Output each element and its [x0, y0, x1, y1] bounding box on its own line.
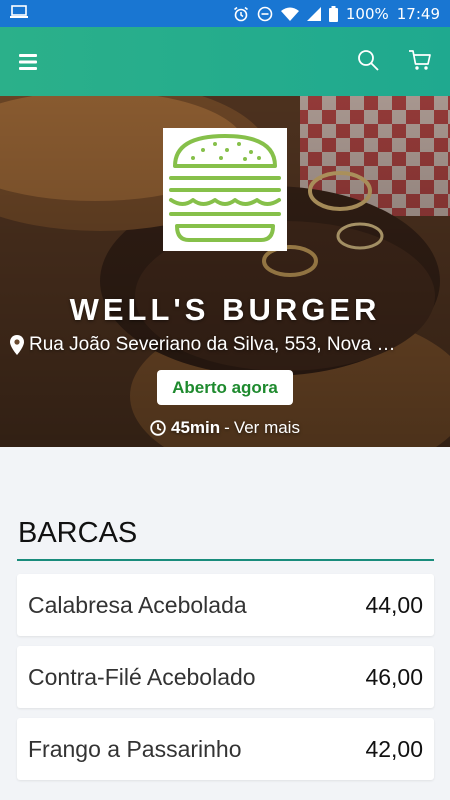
cart-button[interactable] [408, 48, 432, 72]
search-button[interactable] [356, 48, 380, 72]
wifi-icon [280, 7, 299, 21]
menu-item[interactable]: Calabresa Acebolada 44,00 [17, 574, 434, 636]
category-divider [17, 559, 434, 561]
menu-item[interactable]: Frango a Passarinho 42,00 [17, 718, 434, 780]
cart-icon [409, 50, 431, 70]
map-marker-icon [10, 335, 24, 355]
burger-logo-icon [169, 134, 281, 242]
restaurant-name: WELL'S BURGER [69, 292, 381, 327]
menu-item-price: 42,00 [365, 735, 423, 762]
app-bar [0, 27, 450, 96]
menu-item-price: 46,00 [365, 663, 423, 690]
cell-signal-icon [306, 6, 321, 21]
separator: - [224, 418, 230, 437]
clock-icon [150, 420, 166, 436]
open-status-badge: Aberto agora [157, 370, 293, 405]
menu-item-name: Frango a Passarinho [28, 735, 242, 762]
delivery-time: 45min [171, 418, 221, 437]
status-bar: 100% 17:49 [0, 0, 450, 27]
menu-icon [19, 54, 37, 70]
search-icon [358, 50, 379, 71]
restaurant-logo [163, 128, 287, 251]
clock-time: 17:49 [396, 4, 440, 23]
category-title: BARCAS [18, 517, 138, 549]
restaurant-address: Rua João Severiano da Silva, 553, Nova … [29, 334, 396, 355]
alarm-icon [233, 6, 249, 22]
menu-item-price: 44,00 [365, 591, 423, 618]
address-row: Rua João Severiano da Silva, 553, Nova … [10, 334, 442, 356]
delivery-time-row: 45min - Ver mais [0, 418, 450, 438]
menu-item-name: Calabresa Acebolada [28, 591, 247, 618]
battery-icon [328, 5, 338, 22]
battery-percent: 100% [345, 4, 389, 23]
see-more-link[interactable]: Ver mais [234, 418, 300, 438]
menu-item-name: Contra-Filé Acebolado [28, 663, 256, 690]
menu-button[interactable] [18, 51, 40, 73]
laptop-icon [10, 4, 28, 23]
menu-item[interactable]: Contra-Filé Acebolado 46,00 [17, 646, 434, 708]
do-not-disturb-icon [257, 6, 273, 22]
restaurant-hero: WELL'S BURGER Rua João Severiano da Silv… [0, 96, 450, 447]
